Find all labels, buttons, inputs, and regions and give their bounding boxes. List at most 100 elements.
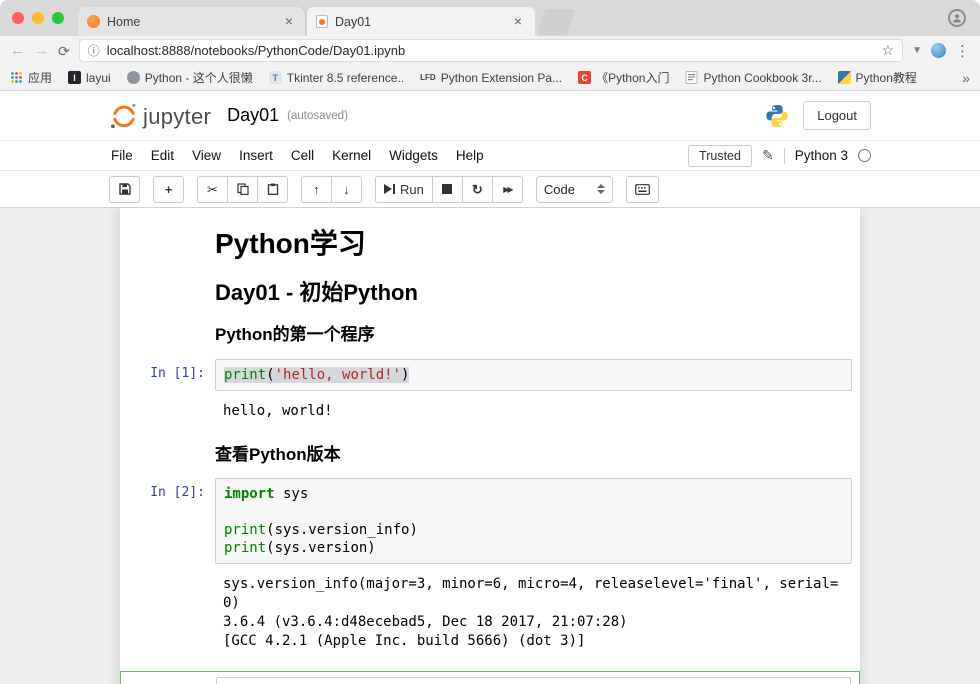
browser-menu-icon[interactable]: ⋮ bbox=[955, 42, 970, 60]
bookmark-python-intro[interactable]: C 《Python入门 bbox=[578, 69, 669, 86]
python-logo-icon bbox=[764, 103, 790, 129]
code-cell-3-empty-selected[interactable]: In [ ]: bbox=[120, 671, 860, 684]
markdown-cell-first-program[interactable]: Python的第一个程序 bbox=[120, 315, 860, 355]
close-window-button[interactable] bbox=[12, 12, 24, 24]
c-favicon-icon: C bbox=[578, 71, 591, 84]
tab-day01[interactable]: Day01 × bbox=[307, 7, 535, 36]
bookmark-label: Python Cookbook 3r... bbox=[703, 71, 821, 85]
paste-cell-button[interactable] bbox=[257, 176, 288, 203]
menu-edit[interactable]: Edit bbox=[142, 148, 183, 163]
input-prompt: In [2]: bbox=[120, 478, 215, 564]
site-favicon-icon bbox=[127, 71, 140, 84]
markdown-cell-title[interactable]: Python学习 bbox=[120, 218, 860, 270]
restart-run-all-button[interactable]: ▶▶ bbox=[492, 176, 523, 203]
cell-type-dropdown[interactable]: Code bbox=[536, 176, 613, 203]
bookmarks-bar: 应用 l layui Python - 这个人很懒 T Tkinter 8.5 … bbox=[0, 65, 980, 91]
bookmark-apps[interactable]: 应用 bbox=[10, 69, 52, 86]
profile-avatar[interactable] bbox=[948, 9, 966, 27]
bookmark-label: Python Extension Pa... bbox=[441, 71, 562, 85]
bookmark-star-icon[interactable]: ☆ bbox=[882, 42, 895, 59]
interrupt-kernel-button[interactable] bbox=[432, 176, 463, 203]
bookmark-layui[interactable]: l layui bbox=[68, 71, 111, 85]
jupyter-wordmark: jupyter bbox=[143, 104, 211, 130]
markdown-cell-version[interactable]: 查看Python版本 bbox=[120, 435, 860, 475]
autosave-status: (autosaved) bbox=[287, 110, 348, 122]
add-cell-button[interactable]: + bbox=[153, 176, 184, 203]
kernel-status-indicator bbox=[858, 149, 871, 162]
code-cell-1[interactable]: In [1]: print('hello, world!') bbox=[120, 356, 860, 394]
move-cell-down-button[interactable]: ↓ bbox=[331, 176, 362, 203]
title-bar: Home × Day01 × bbox=[0, 0, 980, 36]
bookmark-label: 应用 bbox=[28, 69, 52, 86]
close-tab-icon[interactable]: × bbox=[510, 14, 526, 30]
tab-home[interactable]: Home × bbox=[78, 7, 306, 36]
close-tab-icon[interactable]: × bbox=[281, 14, 297, 30]
command-palette-button[interactable] bbox=[626, 176, 659, 203]
extension-globe-icon[interactable] bbox=[931, 43, 946, 58]
arrow-up-icon: ↑ bbox=[313, 183, 320, 196]
url-omnibox[interactable]: ⓘ localhost:8888/notebooks/PythonCode/Da… bbox=[79, 39, 903, 62]
divider bbox=[784, 148, 785, 164]
menu-widgets[interactable]: Widgets bbox=[380, 148, 447, 163]
select-arrows-icon bbox=[597, 184, 605, 194]
bookmark-python-extension[interactable]: LFD Python Extension Pa... bbox=[420, 71, 562, 85]
bookmark-python-cookbook[interactable]: Python Cookbook 3r... bbox=[685, 71, 821, 85]
back-button[interactable]: ← bbox=[10, 43, 25, 58]
person-icon bbox=[952, 13, 962, 23]
notebook-scroll-area[interactable]: Python学习 Day01 - 初始Python Python的第一个程序 I… bbox=[0, 208, 980, 684]
markdown-cell-day01[interactable]: Day01 - 初始Python bbox=[120, 270, 860, 315]
scissors-icon: ✂ bbox=[207, 183, 218, 196]
menu-help[interactable]: Help bbox=[447, 148, 493, 163]
site-info-icon[interactable]: ⓘ bbox=[88, 42, 100, 59]
doc-favicon-icon: T bbox=[269, 71, 282, 84]
output-text: sys.version_info(major=3, minor=6, micro… bbox=[215, 571, 852, 651]
copy-cell-button[interactable] bbox=[227, 176, 258, 203]
menu-view[interactable]: View bbox=[183, 148, 230, 163]
bookmark-label: Tkinter 8.5 reference.. bbox=[287, 71, 404, 85]
pencil-icon[interactable]: ✎ bbox=[762, 147, 774, 164]
menu-insert[interactable]: Insert bbox=[230, 148, 282, 163]
minimize-window-button[interactable] bbox=[32, 12, 44, 24]
window-controls bbox=[12, 12, 64, 24]
downloads-triangle-icon[interactable]: ▼ bbox=[912, 45, 922, 56]
bookmark-liaoxuefeng[interactable]: Python - 这个人很懒 bbox=[127, 69, 253, 86]
save-button[interactable] bbox=[109, 176, 140, 203]
menu-kernel[interactable]: Kernel bbox=[323, 148, 380, 163]
bookmarks-overflow-icon[interactable]: » bbox=[962, 70, 970, 86]
code-input-area[interactable]: import sys print(sys.version_info) print… bbox=[215, 478, 852, 564]
step-forward-icon bbox=[384, 184, 395, 194]
output-text: hello, world! bbox=[215, 398, 852, 421]
bookmark-tkinter[interactable]: T Tkinter 8.5 reference.. bbox=[269, 71, 404, 85]
move-cell-up-button[interactable]: ↑ bbox=[301, 176, 332, 203]
new-tab-button[interactable] bbox=[537, 9, 575, 35]
address-bar: ← → ⟳ ⓘ localhost:8888/notebooks/PythonC… bbox=[0, 36, 980, 65]
restart-kernel-button[interactable]: ↻ bbox=[462, 176, 493, 203]
floppy-icon bbox=[119, 183, 131, 195]
bookmark-python-tutorial[interactable]: Python教程 bbox=[838, 69, 917, 86]
notebook-title[interactable]: Day01 bbox=[227, 105, 279, 126]
book-favicon-icon bbox=[685, 71, 698, 84]
code-input-area[interactable] bbox=[216, 677, 851, 684]
keyboard-icon bbox=[635, 184, 650, 195]
jupyter-logo[interactable]: jupyter bbox=[109, 102, 211, 130]
input-prompt: In [ ]: bbox=[121, 677, 216, 684]
forward-button[interactable]: → bbox=[34, 43, 49, 58]
menu-file[interactable]: File bbox=[109, 148, 142, 163]
reload-button[interactable]: ⟳ bbox=[58, 44, 70, 58]
plus-icon: + bbox=[165, 183, 173, 196]
menu-cell[interactable]: Cell bbox=[282, 148, 323, 163]
code-cell-2[interactable]: In [2]: import sys print(sys.version_inf… bbox=[120, 475, 860, 567]
python-favicon-icon bbox=[838, 71, 851, 84]
heading-day01: Day01 - 初始Python bbox=[215, 280, 850, 305]
logout-button[interactable]: Logout bbox=[803, 101, 871, 130]
code-input-area[interactable]: print('hello, world!') bbox=[215, 359, 852, 391]
output-prompt bbox=[120, 571, 215, 651]
copy-icon bbox=[237, 183, 249, 195]
cut-cell-button[interactable]: ✂ bbox=[197, 176, 228, 203]
layui-favicon-icon: l bbox=[68, 71, 81, 84]
trusted-badge[interactable]: Trusted bbox=[688, 145, 752, 167]
run-cell-button[interactable]: Run bbox=[375, 176, 433, 203]
lfd-favicon-icon: LFD bbox=[420, 73, 436, 82]
cell-type-value: Code bbox=[544, 182, 575, 197]
zoom-window-button[interactable] bbox=[52, 12, 64, 24]
